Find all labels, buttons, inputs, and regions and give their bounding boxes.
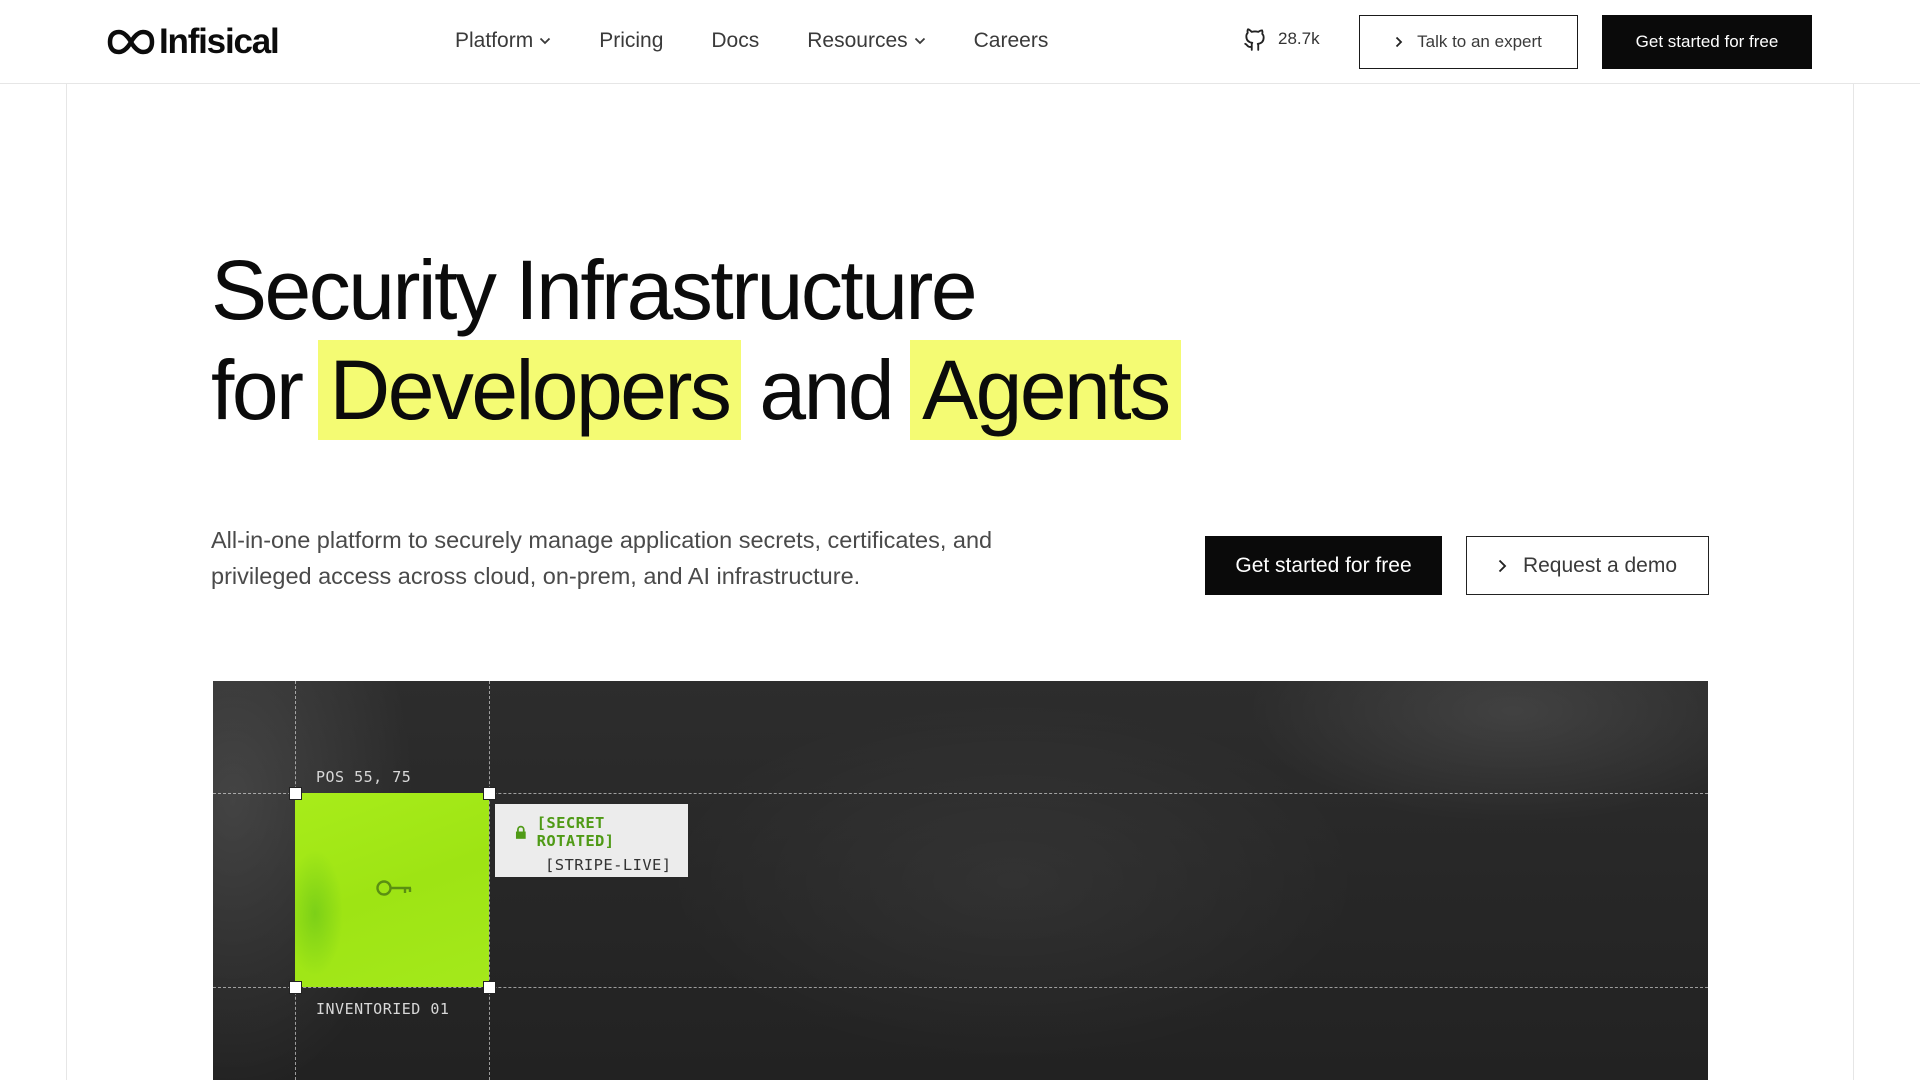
chevron-right-icon	[1395, 36, 1403, 48]
site-header: Infisical Platform Pricing Docs Resource…	[0, 0, 1920, 84]
hero-title: Security Infrastructure for Developers a…	[211, 240, 1187, 440]
infinity-icon	[107, 29, 155, 55]
chevron-down-icon	[914, 37, 925, 45]
header-get-started-label: Get started for free	[1635, 32, 1779, 51]
resize-handle-bottom-left[interactable]	[289, 981, 302, 994]
nav-item-docs[interactable]: Docs	[711, 26, 759, 56]
talk-to-expert-label: Talk to an expert	[1417, 32, 1542, 51]
nav-item-resources[interactable]: Resources	[807, 26, 925, 56]
brand-name: Infisical	[159, 22, 280, 61]
hero-title-line1: Security Infrastructure	[211, 243, 978, 337]
resize-handle-top-right[interactable]	[483, 787, 496, 800]
position-readout: POS 55, 75	[316, 768, 412, 786]
key-icon	[376, 880, 412, 896]
secret-block[interactable]	[295, 793, 489, 987]
frame-rail-right	[1853, 0, 1854, 1080]
nav-item-careers[interactable]: Careers	[974, 26, 1049, 56]
nav-item-label: Platform	[455, 29, 534, 52]
talk-to-expert-button[interactable]: Talk to an expert	[1359, 15, 1578, 69]
nav-item-label: Careers	[973, 29, 1049, 52]
nav-item-label: Pricing	[599, 29, 664, 52]
inventory-label: INVENTORIED 01	[316, 1000, 450, 1018]
guide-line-bottom	[213, 987, 1708, 988]
hero-title-and: and	[759, 343, 894, 437]
github-stars-count: 28.7k	[1278, 29, 1320, 48]
secret-name-text: [STRIPE-LIVE]	[545, 856, 672, 874]
brand-logo[interactable]: Infisical	[107, 22, 280, 62]
secret-status-text: [SECRET ROTATED]	[536, 814, 615, 850]
hero-visual-panel: POS 55, 75 INVENTORIED 01 [SECRET ROTATE…	[213, 681, 1708, 1080]
request-demo-button[interactable]: Request a demo	[1466, 536, 1709, 595]
highlight-developers: Developers	[317, 340, 742, 440]
highlight-agents: Agents	[910, 340, 1181, 440]
guide-line-right	[489, 681, 490, 1080]
nav-item-label: Resources	[807, 29, 908, 52]
header-get-started-button[interactable]: Get started for free	[1602, 15, 1812, 69]
nav-item-label: Docs	[711, 29, 760, 52]
request-demo-label: Request a demo	[1522, 553, 1678, 577]
resize-handle-bottom-right[interactable]	[483, 981, 496, 994]
main-nav: Platform Pricing Docs Resources Careers	[455, 26, 1048, 56]
nav-item-platform[interactable]: Platform	[455, 26, 551, 56]
hero-get-started-button[interactable]: Get started for free	[1205, 536, 1442, 595]
resize-handle-top-left[interactable]	[289, 787, 302, 800]
secret-status-tag: [SECRET ROTATED] [STRIPE-LIVE]	[495, 804, 688, 877]
chevron-down-icon	[540, 37, 551, 45]
hero-lead: All-in-one platform to securely manage a…	[211, 527, 993, 589]
github-stars-link[interactable]: 28.7k	[1242, 26, 1320, 52]
nav-item-pricing[interactable]: Pricing	[599, 26, 663, 56]
frame-rail-left	[66, 0, 67, 1080]
github-icon	[1244, 28, 1265, 51]
lock-icon	[515, 825, 526, 839]
secret-status-row: [SECRET ROTATED]	[515, 814, 688, 850]
hero-title-line2: for Developers and Agents	[211, 340, 1187, 440]
chevron-right-icon	[1498, 559, 1507, 572]
hero-get-started-label: Get started for free	[1235, 553, 1412, 577]
hero-title-for: for	[211, 343, 304, 437]
